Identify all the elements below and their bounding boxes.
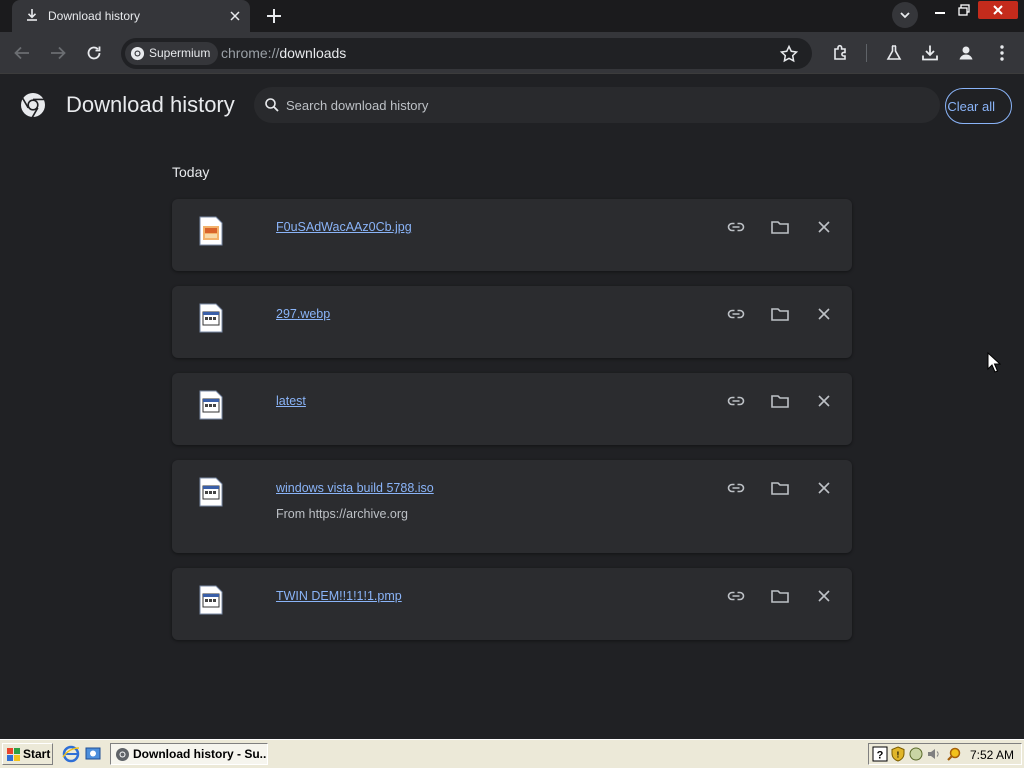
file-name-link[interactable]: latest <box>276 394 306 408</box>
forward-icon[interactable] <box>46 41 70 65</box>
svg-text:!: ! <box>897 751 900 760</box>
downloads-icon[interactable] <box>918 41 942 65</box>
download-item: windows vista build 5788.iso From https:… <box>172 460 852 553</box>
extensions-icon[interactable] <box>829 41 853 65</box>
reload-icon[interactable] <box>82 41 106 65</box>
chrome-logo-icon <box>21 93 45 118</box>
tab-title: Download history <box>48 9 141 23</box>
minimize-window-icon[interactable] <box>929 1 951 19</box>
browser-toolbar: Supermium chrome://downloads <box>0 32 1024 74</box>
url-host: downloads <box>279 45 347 61</box>
show-in-folder-icon[interactable] <box>769 303 791 325</box>
svg-text:?: ? <box>877 750 884 762</box>
download-item: F0uSAdWacAAz0Cb.jpg <box>172 199 852 271</box>
generic-file-icon <box>199 585 223 615</box>
taskbar-window-label: Download history - Su... <box>133 747 268 761</box>
remove-icon[interactable] <box>813 477 835 499</box>
menu-kebab-icon[interactable] <box>990 41 1014 65</box>
mouse-cursor-icon <box>987 352 1001 373</box>
internet-explorer-icon[interactable] <box>62 745 80 763</box>
search-icon <box>265 98 279 112</box>
date-heading: Today <box>172 164 210 180</box>
tab-search-button[interactable] <box>892 2 918 28</box>
bookmark-star-icon[interactable] <box>778 43 800 65</box>
remove-icon[interactable] <box>813 216 835 238</box>
show-in-folder-icon[interactable] <box>769 477 791 499</box>
file-name-link[interactable]: 297.webp <box>276 307 330 321</box>
clock: 7:52 AM <box>970 748 1015 762</box>
generic-file-icon <box>199 477 223 507</box>
show-in-folder-icon[interactable] <box>769 216 791 238</box>
remove-icon[interactable] <box>813 585 835 607</box>
download-item: TWIN DEM!!1!1!1.pmp <box>172 568 852 640</box>
site-chip-label: Supermium <box>149 46 211 60</box>
toolbar-separator <box>866 44 867 62</box>
start-button[interactable]: Start <box>2 743 53 765</box>
search-input[interactable] <box>286 95 926 115</box>
remove-icon[interactable] <box>813 303 835 325</box>
image-file-icon <box>199 216 223 246</box>
file-name-link[interactable]: F0uSAdWacAAz0Cb.jpg <box>276 220 412 234</box>
file-source-text: From https://archive.org <box>276 507 408 521</box>
browser-logo-icon <box>130 46 145 61</box>
downloads-header: Download history Clear all <box>0 75 1024 137</box>
help-icon[interactable]: ? <box>872 746 888 762</box>
clear-all-button[interactable]: Clear all <box>945 88 1012 124</box>
download-item: latest <box>172 373 852 445</box>
download-item: 297.webp <box>172 286 852 358</box>
windows-flag-icon <box>7 748 20 761</box>
tab-strip: Download history <box>0 0 1024 32</box>
profile-icon[interactable] <box>954 41 978 65</box>
copy-link-icon[interactable] <box>725 585 747 607</box>
network-icon[interactable] <box>908 746 924 762</box>
show-in-folder-icon[interactable] <box>769 585 791 607</box>
page-title: Download history <box>66 92 235 117</box>
file-name-link[interactable]: TWIN DEM!!1!1!1.pmp <box>276 589 402 603</box>
show-desktop-icon[interactable] <box>84 745 102 763</box>
url-scheme: chrome:// <box>221 45 280 61</box>
site-chip[interactable]: Supermium <box>125 42 219 65</box>
show-in-folder-icon[interactable] <box>769 390 791 412</box>
search-tool-icon[interactable] <box>946 746 962 762</box>
restore-window-icon[interactable] <box>953 1 975 19</box>
labs-flask-icon[interactable] <box>882 41 906 65</box>
system-tray: ? ! 7:52 AM <box>868 743 1022 765</box>
remove-icon[interactable] <box>813 390 835 412</box>
taskbar-window-button[interactable]: Download history - Su... <box>110 743 268 765</box>
new-tab-icon[interactable] <box>262 4 286 28</box>
copy-link-icon[interactable] <box>725 303 747 325</box>
generic-file-icon <box>199 303 223 333</box>
url-text[interactable]: chrome://downloads <box>221 45 346 61</box>
file-name-link[interactable]: windows vista build 5788.iso <box>276 481 434 495</box>
close-window-icon[interactable] <box>978 1 1018 19</box>
taskbar: Start Download history - Su... ? ! 7:52 … <box>0 739 1024 768</box>
back-icon[interactable] <box>10 41 34 65</box>
copy-link-icon[interactable] <box>725 216 747 238</box>
start-label: Start <box>23 747 51 761</box>
generic-file-icon <box>199 390 223 420</box>
address-bar[interactable]: Supermium chrome://downloads <box>121 38 812 69</box>
download-icon <box>27 9 37 21</box>
security-shield-icon[interactable]: ! <box>890 746 906 762</box>
copy-link-icon[interactable] <box>725 390 747 412</box>
chevron-down-icon <box>900 12 910 19</box>
volume-icon[interactable] <box>926 746 942 762</box>
search-downloads[interactable] <box>254 87 940 123</box>
browser-logo-icon <box>116 748 129 761</box>
copy-link-icon[interactable] <box>725 477 747 499</box>
close-tab-icon[interactable] <box>226 7 244 25</box>
tab-download-history[interactable]: Download history <box>12 0 250 32</box>
